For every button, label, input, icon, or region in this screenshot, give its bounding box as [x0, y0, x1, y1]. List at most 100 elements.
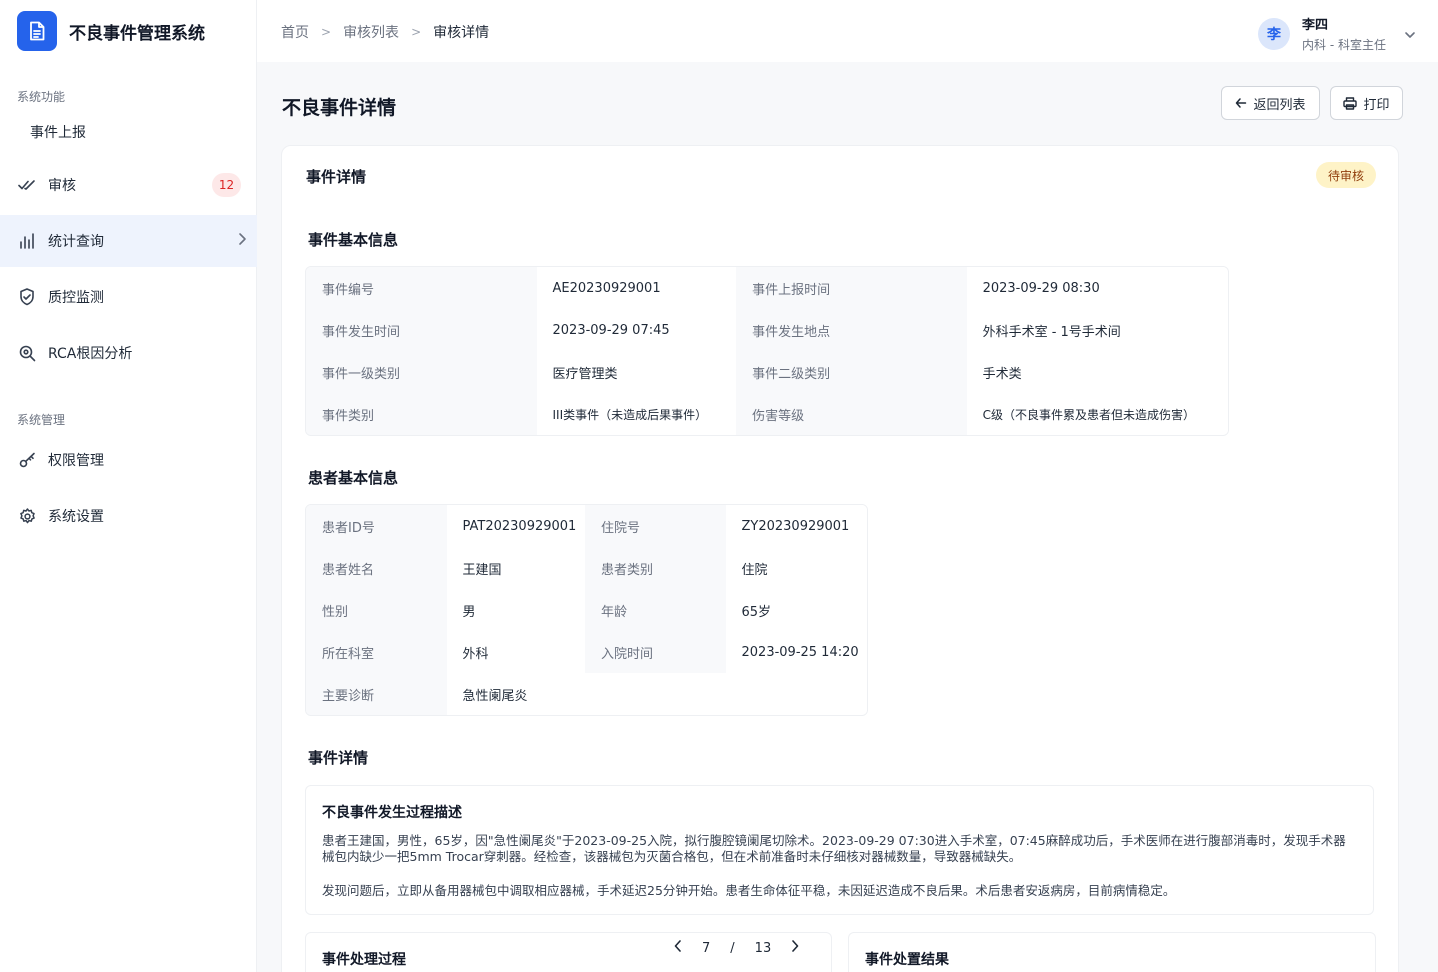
breadcrumb-review-list[interactable]: 审核列表 [343, 22, 399, 42]
field-label: 事件发生时间 [306, 309, 537, 351]
field-label: 事件发生地点 [736, 309, 967, 351]
chevron-left-icon [674, 940, 681, 952]
sidebar-item-quality[interactable]: 质控监测 [0, 271, 257, 323]
event-result-card: 事件处置结果 [848, 932, 1376, 972]
field-label: 事件二级类别 [736, 351, 967, 393]
field-value: 急性阑尾炎 [446, 673, 867, 715]
user-role: 内科 - 科室主任 [1302, 38, 1386, 52]
breadcrumb-separator: > [321, 25, 332, 39]
sidebar-item-label: 权限管理 [48, 453, 104, 469]
table-row: 主要诊断 急性阑尾炎 [306, 673, 867, 715]
field-label: 性别 [306, 589, 447, 631]
event-basic-info-title: 事件基本信息 [308, 231, 399, 249]
field-label: 事件一级类别 [306, 351, 537, 393]
sidebar-item-label: 事件上报 [30, 125, 86, 141]
search-icon [18, 344, 36, 362]
field-label: 事件类别 [306, 393, 537, 435]
key-icon [18, 451, 36, 469]
breadcrumb-separator: > [411, 25, 422, 39]
table-row: 事件发生时间 2023-09-29 07:45 事件发生地点 外科手术室 - 1… [306, 309, 1228, 351]
page-separator: / [730, 940, 735, 956]
printer-icon [1343, 96, 1358, 110]
field-value: 65岁 [725, 589, 867, 631]
result-title: 事件处置结果 [865, 952, 949, 968]
field-label: 年龄 [585, 589, 726, 631]
print-label: 打印 [1363, 96, 1390, 112]
field-value: 外科 [446, 631, 585, 673]
field-label: 伤害等级 [736, 393, 967, 435]
chevron-down-icon[interactable] [1404, 24, 1416, 43]
table-row: 所在科室 外科 入院时间 2023-09-25 14:20 [306, 631, 867, 673]
field-value: 2023-09-29 08:30 [966, 267, 1228, 309]
page-title: 不良事件详情 [282, 97, 397, 119]
sidebar-item-review[interactable]: 审核 12 [0, 159, 257, 211]
sidebar-item-label: 统计查询 [48, 234, 104, 250]
description-title: 不良事件发生过程描述 [322, 805, 462, 821]
table-row: 患者姓名 王建国 患者类别 住院 [306, 547, 867, 589]
chevron-right-icon [792, 940, 799, 952]
event-description-box: 不良事件发生过程描述 患者王建国，男性，65岁，因"急性阑尾炎"于2023-09… [305, 785, 1374, 915]
patient-basic-info-title: 患者基本信息 [308, 469, 399, 487]
field-label: 患者类别 [585, 547, 726, 589]
field-value: 2023-09-29 07:45 [536, 309, 737, 351]
event-detail-section-title: 事件详情 [308, 749, 369, 767]
field-label: 住院号 [585, 505, 726, 547]
arrow-left-icon [1236, 98, 1247, 108]
chevron-right-icon [237, 232, 247, 250]
event-info-table: 事件编号 AE20230929001 事件上报时间 2023-09-29 08:… [305, 266, 1229, 436]
table-row: 性别 男 年龄 65岁 [306, 589, 867, 631]
sidebar-item-settings[interactable]: 系统设置 [0, 490, 257, 542]
sidebar-item-report[interactable]: 事件上报 [0, 106, 257, 158]
field-label: 所在科室 [306, 631, 447, 673]
field-value: 2023-09-25 14:20 [725, 631, 867, 673]
brand[interactable]: 不良事件管理系统 [17, 11, 205, 51]
user-name: 李四 [1302, 18, 1329, 33]
current-page: 7 [702, 940, 711, 956]
field-label: 入院时间 [585, 631, 726, 673]
field-label: 患者ID号 [306, 505, 447, 547]
sidebar-item-statistics[interactable]: 统计查询 [0, 215, 257, 267]
field-value: AE20230929001 [536, 267, 737, 309]
pagination: 7 / 13 [664, 940, 809, 956]
back-to-list-button[interactable]: 返回列表 [1221, 86, 1320, 120]
field-value: III类事件（未造成后果事件） [536, 393, 737, 435]
description-paragraph: 发现问题后，立即从备用器械包中调取相应器械，手术延迟25分钟开始。患者生命体征平… [322, 883, 1176, 898]
sidebar-item-label: 系统设置 [48, 509, 104, 525]
total-pages: 13 [754, 940, 772, 956]
sidebar: 不良事件管理系统 系统功能 事件上报 审核 12 统计查询 质控监测 RCA根因… [0, 0, 257, 972]
sidebar-item-rca[interactable]: RCA根因分析 [0, 327, 257, 379]
field-value: 医疗管理类 [536, 351, 737, 393]
card-title: 事件详情 [306, 168, 367, 186]
back-to-list-label: 返回列表 [1253, 96, 1306, 112]
sidebar-item-permissions[interactable]: 权限管理 [0, 434, 257, 486]
shield-check-icon [18, 288, 36, 306]
app-title: 不良事件管理系统 [69, 23, 205, 44]
field-label: 患者姓名 [306, 547, 447, 589]
next-page-button[interactable] [791, 940, 799, 956]
sidebar-item-label: RCA根因分析 [48, 346, 133, 362]
breadcrumb-current: 审核详情 [433, 25, 490, 41]
review-count-badge: 12 [212, 173, 241, 197]
print-button[interactable]: 打印 [1330, 86, 1403, 120]
field-value: C级（不良事件累及患者但未造成伤害） [966, 393, 1228, 435]
table-row: 事件类别 III类事件（未造成后果事件） 伤害等级 C级（不良事件累及患者但未造… [306, 393, 1228, 435]
field-value: 外科手术室 - 1号手术间 [966, 309, 1228, 351]
patient-info-table: 患者ID号 PAT20230929001 住院号 ZY20230929001 患… [305, 504, 868, 716]
breadcrumb-home[interactable]: 首页 [281, 22, 309, 42]
bar-chart-icon [18, 232, 36, 250]
field-value: PAT20230929001 [446, 505, 585, 547]
process-title: 事件处理过程 [322, 952, 406, 968]
description-line: 械包内缺少一把5mm Trocar穿刺器。经检查，该器械包为灭菌合格包，但在术前… [322, 849, 1022, 864]
prev-page-button[interactable] [674, 940, 682, 956]
field-label: 事件编号 [306, 267, 537, 309]
user-menu[interactable]: 李 李四 内科 - 科室主任 [1258, 14, 1416, 53]
field-value: ZY20230929001 [725, 505, 867, 547]
nav-section-functions: 系统功能 [17, 90, 66, 104]
table-row: 事件一级类别 医疗管理类 事件二级类别 手术类 [306, 351, 1228, 393]
field-label: 事件上报时间 [736, 267, 967, 309]
sidebar-item-label: 审核 [48, 178, 76, 194]
field-label: 主要诊断 [306, 673, 447, 715]
field-value: 王建国 [446, 547, 585, 589]
avatar: 李 [1258, 17, 1291, 50]
sidebar-item-label: 质控监测 [48, 290, 104, 306]
